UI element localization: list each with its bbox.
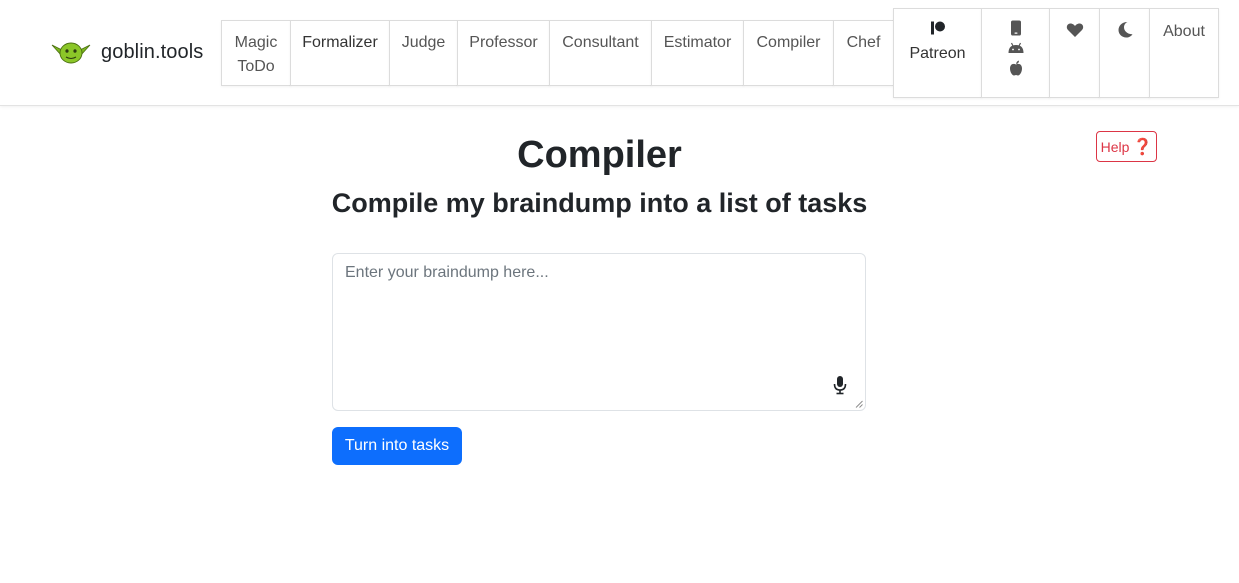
nav-magic-todo[interactable]: Magic ToDo [221,20,291,86]
nav-chef[interactable]: Chef [833,20,894,86]
page-subtitle: Compile my braindump into a list of task… [331,188,868,218]
brand-link[interactable]: goblin.tools [50,38,203,66]
nav-professor-label: Professor [469,34,538,51]
apple-icon [1009,60,1022,76]
resize-grip-icon[interactable] [855,400,863,408]
nav-mobile-apps[interactable] [981,8,1050,98]
nav-judge[interactable]: Judge [389,20,458,86]
turn-into-tasks-button[interactable]: Turn into tasks [332,427,462,465]
nav-about-label: About [1163,23,1205,40]
patreon-icon [930,21,945,35]
top-navbar: goblin.tools Magic ToDo Formalizer Judge… [0,0,1239,106]
microphone-icon[interactable] [833,375,847,395]
nav-formalizer-label: Formalizer [302,34,378,51]
goblin-head-icon [51,42,91,64]
nav-compiler-label: Compiler [756,34,821,51]
braindump-input[interactable] [333,254,865,410]
nav-patreon-label: Patreon [909,45,966,62]
nav-formalizer[interactable]: Formalizer [290,20,390,86]
page-title: Compiler [517,134,682,176]
braindump-field [332,253,866,411]
nav-estimator[interactable]: Estimator [651,20,744,86]
nav-magic-todo-label-line1: Magic [234,34,278,51]
heart-icon [1066,23,1083,37]
turn-into-tasks-label: Turn into tasks [344,437,450,454]
brand-name: goblin.tools [101,40,204,63]
nav-judge-label: Judge [401,34,446,51]
help-button-label: Help [1100,138,1130,155]
nav-support[interactable] [1049,8,1100,98]
nav-consultant-label: Consultant [562,34,639,51]
moon-icon [1118,22,1132,38]
nav-compiler[interactable]: Compiler [743,20,834,86]
android-icon [1008,42,1023,53]
nav-theme-toggle[interactable] [1099,8,1150,98]
help-button[interactable]: Help ❓ [1096,131,1157,162]
nav-magic-todo-label-line2: ToDo [237,58,275,75]
nav-estimator-label: Estimator [663,34,732,51]
nav-professor[interactable]: Professor [457,20,550,86]
nav-patreon[interactable]: Patreon [893,8,982,98]
nav-about[interactable]: About [1149,8,1219,98]
question-icon: ❓ [1132,138,1153,156]
mobile-phone-icon [1010,20,1021,36]
nav-chef-label: Chef [846,34,881,51]
nav-consultant[interactable]: Consultant [549,20,652,86]
